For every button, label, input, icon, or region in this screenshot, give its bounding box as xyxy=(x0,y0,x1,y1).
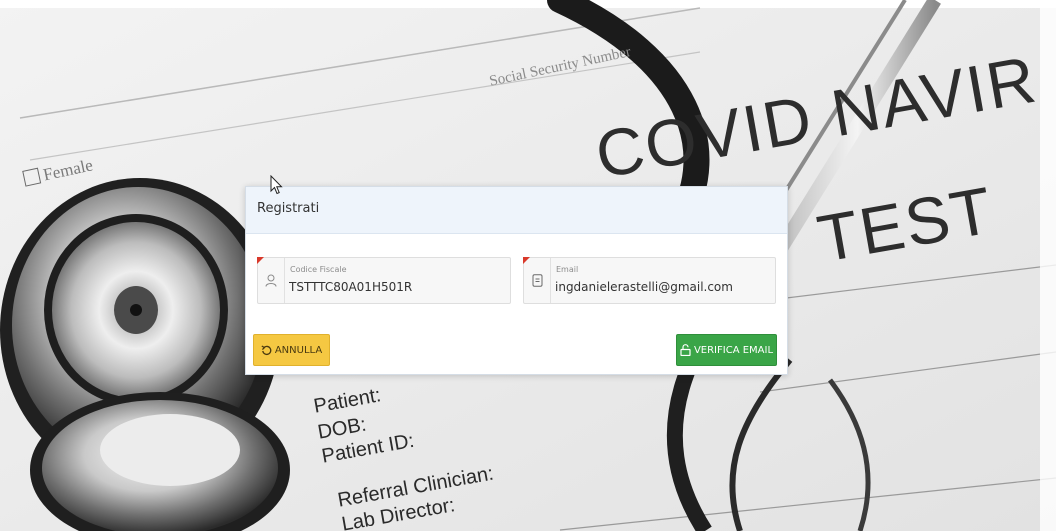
codice-fiscale-field[interactable]: Codice Fiscale xyxy=(257,257,511,304)
unlock-icon xyxy=(680,344,691,356)
register-modal: Registrati Codice Fiscale TSTTTC80A01H50… xyxy=(245,186,788,375)
email-icon xyxy=(524,258,551,303)
checkbox-icon xyxy=(22,167,42,187)
annulla-button[interactable]: ANNULLA xyxy=(253,334,330,366)
email-label: Email xyxy=(556,265,579,274)
email-input[interactable] xyxy=(555,278,765,296)
undo-icon xyxy=(261,344,272,356)
verifica-email-button[interactable]: VERIFICA EMAIL xyxy=(676,334,777,366)
user-icon xyxy=(258,258,285,303)
codice-fiscale-input[interactable] xyxy=(289,278,499,296)
screen: Social Security Number Female COVID NAVI… xyxy=(0,0,1056,531)
mouse-pointer-icon xyxy=(270,175,283,195)
modal-header: Registrati xyxy=(246,187,787,234)
modal-title: Registrati xyxy=(257,201,320,216)
codice-fiscale-label: Codice Fiscale xyxy=(290,265,347,274)
email-field[interactable]: Email xyxy=(523,257,776,304)
verifica-email-label: VERIFICA EMAIL xyxy=(693,344,774,356)
annulla-label: ANNULLA xyxy=(274,344,323,356)
